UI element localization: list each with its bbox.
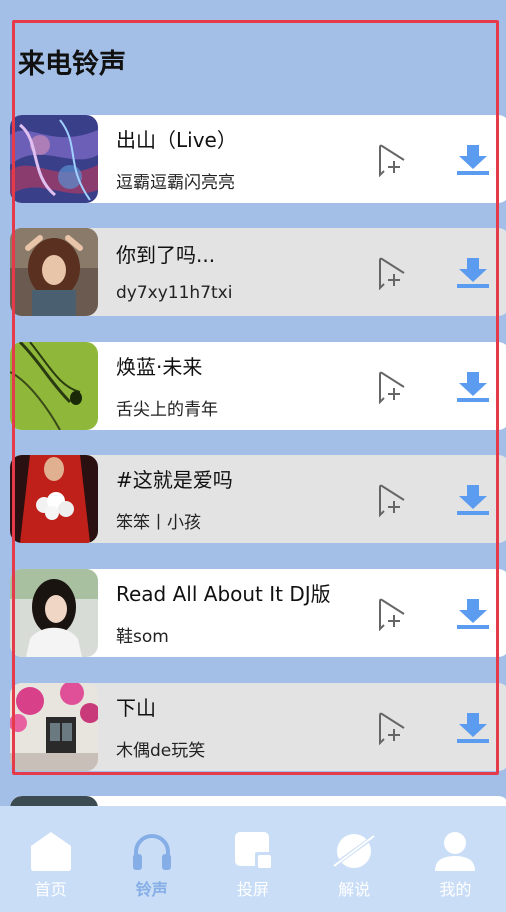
song-artist: 木偶de玩笑 [116,740,206,761]
tab-label: 投屏 [237,880,270,899]
song-artist: dy7xy11h7txi [116,283,233,303]
add-to-playlist-icon[interactable] [374,597,408,632]
download-icon[interactable] [456,713,490,743]
add-to-playlist-icon[interactable] [374,256,408,291]
song-title: 你到了吗... [116,243,216,267]
tab-mine[interactable]: 我的 [405,806,506,912]
cover-image [10,228,98,316]
tab-label: 铃声 [135,880,168,899]
song-artist: 笨笨丨小孩 [116,512,201,533]
user-icon [435,832,476,871]
list-item[interactable]: 焕蓝·未来 舌尖上的青年 [10,342,506,430]
tab-home[interactable]: 首页 [0,806,101,912]
download-icon[interactable] [456,372,490,402]
list-item[interactable]: 下山 木偶de玩笑 [10,683,506,771]
song-title: 出山（Live） [116,127,237,152]
download-icon[interactable] [456,599,490,629]
song-artist: 鞋som [116,626,169,647]
tab-label: 我的 [439,880,472,899]
list-item[interactable]: #这就是爱吗 笨笨丨小孩 [10,455,506,543]
ringtone-page: 来电铃声 出山（Live） 逗霸逗霸闪亮亮 你到了吗... dy7xy11h7t… [0,0,506,912]
tab-label: 首页 [34,880,67,899]
song-title: #这就是爱吗 [116,467,233,492]
planet-icon [333,834,375,868]
add-to-playlist-icon[interactable] [374,143,408,178]
add-to-playlist-icon[interactable] [374,483,408,518]
cover-image [10,569,98,657]
download-icon[interactable] [456,258,490,288]
tab-ringtone[interactable]: 铃声 [101,806,202,912]
tab-label: 解说 [338,880,371,899]
tab-commentary[interactable]: 解说 [304,806,405,912]
song-title: Read All About It DJ版 [116,581,331,606]
cover-image [10,115,98,203]
download-icon[interactable] [456,485,490,515]
song-title: 下山 [116,695,156,720]
song-artist: 舌尖上的青年 [116,399,218,420]
song-artist: 逗霸逗霸闪亮亮 [116,172,235,193]
cast-screen-icon [235,832,271,868]
tab-cast[interactable]: 投屏 [202,806,303,912]
bottom-tab-bar: 首页 铃声 投屏 解说 我的 [0,806,506,912]
download-icon[interactable] [456,145,490,175]
cover-image [10,455,98,543]
list-item[interactable]: 你到了吗... dy7xy11h7txi [10,228,506,316]
headphones-icon [132,834,171,870]
cover-image [10,342,98,430]
home-icon [30,832,71,871]
list-item[interactable]: Read All About It DJ版 鞋som [10,569,506,657]
page-title: 来电铃声 [18,49,126,80]
add-to-playlist-icon[interactable] [374,711,408,746]
cover-image [10,683,98,771]
list-item[interactable]: 出山（Live） 逗霸逗霸闪亮亮 [10,115,506,203]
add-to-playlist-icon[interactable] [374,370,408,405]
song-title: 焕蓝·未来 [116,354,203,379]
